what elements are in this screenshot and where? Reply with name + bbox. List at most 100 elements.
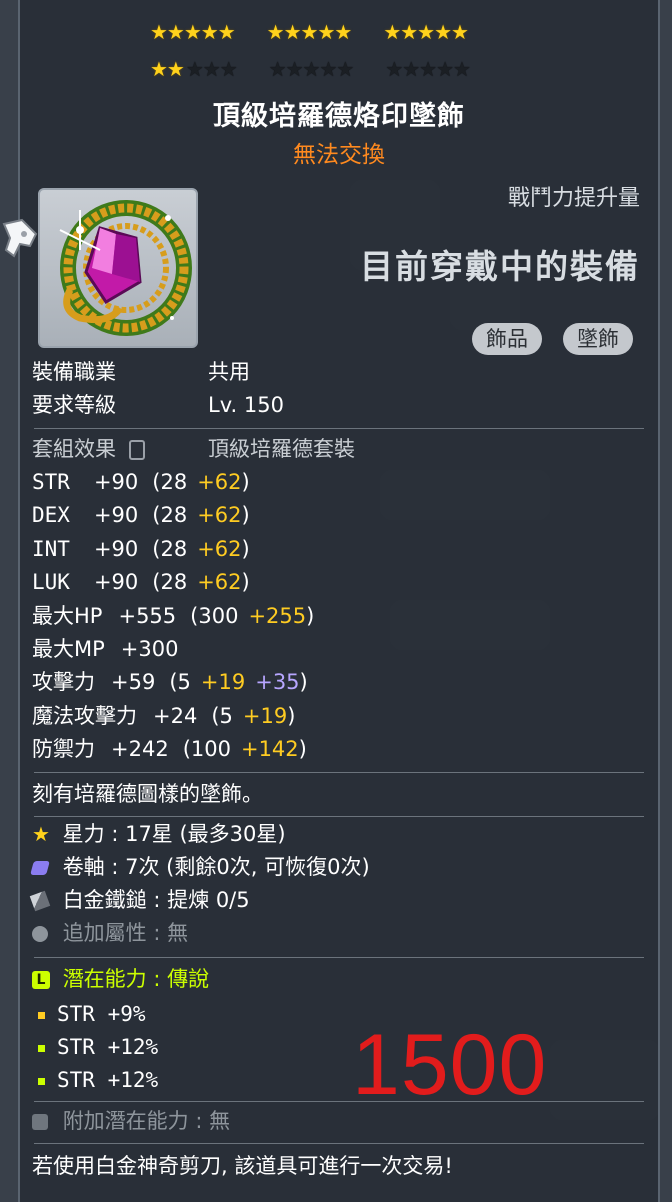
level-value: Lv. 150 [208,393,284,417]
divider [34,1101,644,1102]
subcategory-tag: 墜飾 [563,323,633,355]
potential-line: STR +12% [38,1066,158,1094]
stat-total: +90 [93,570,139,595]
additional-potential-label: 附加潛在能力 [62,1109,189,1133]
hammer-label: 白金鐵鎚 [62,888,147,912]
job-label: 裝備職業 [32,360,116,384]
potential-line: STR +12% [38,1033,158,1061]
divider [34,816,644,817]
stat-base: (28 [152,503,188,528]
stat-total: +242 [111,737,169,762]
item-icon-frame [38,188,198,348]
item-name: 頂級培羅德烙印墜飾 [213,101,465,132]
item-description: 刻有培羅德圖樣的墜飾。 [32,782,263,806]
stat-close-paren: ) [298,737,307,762]
stat-extra: +35 [255,670,300,695]
stat-bonus: +142 [240,737,299,762]
scissors-trade-note: 若使用白金神奇剪刀, 該道具可進行一次交易! [32,1154,453,1178]
stat-name: 最大MP [32,637,105,661]
stat-bonus: +62 [197,470,242,494]
mouse-cursor-icon [2,218,38,258]
set-effect-row: 套組效果 頂級培羅德套裝 [32,435,355,463]
potential-header: L 潛在能力 : 傳說 [32,965,209,993]
stat-row: 魔法攻擊力 +24 (5 +19) [32,702,295,730]
stat-bonus: +62 [197,570,242,595]
job-requirement-row: 裝備職業 共用 [32,358,250,386]
pendant-icon [59,200,192,336]
set-effect-label: 套組效果 [32,437,116,461]
stat-close-paren: ) [241,503,250,528]
set-name: 頂級培羅德套裝 [208,437,355,461]
stat-total: +300 [120,637,179,661]
stat-bonus: +19 [200,670,246,695]
hammer-icon [29,890,51,912]
scroll-row: 卷軸 : 7次 (剩餘0次, 可恢復0次) [30,853,370,881]
stat-base: (5 [169,670,191,695]
stat-row: STR +90 (28 +62) [32,468,250,496]
leaf-icon [32,926,48,942]
stat-close-paren: ) [299,670,308,695]
divider [34,772,644,773]
divider [34,428,644,429]
scroll-label: 卷軸 [62,855,105,879]
stat-bonus: +255 [248,603,307,628]
stat-name: INT [32,536,70,561]
stat-base: (5 [211,703,233,728]
equipped-label: 目前穿戴中的裝備 [360,247,640,286]
stat-name: STR [32,470,70,494]
stat-base: (28 [152,470,188,494]
level-label: 要求等級 [32,393,116,417]
additional-potential-row: 附加潛在能力 : 無 [32,1107,230,1135]
bonus-stat-value: 無 [167,921,189,945]
stat-close-paren: ) [306,603,315,628]
additional-potential-value: 無 [209,1109,231,1133]
scroll-icon [30,861,50,875]
stat-total: +90 [93,470,139,494]
tradeability-status: 無法交換 [293,142,385,168]
starforce-stars-top: ★★★★★ ★★★★★ ★★★★★ [150,20,469,44]
starforce-stars-bottom: ★★ ★★★ ★★★★★ ★★★★★ [150,57,471,81]
legendary-grade-icon: L [32,971,50,989]
potential-grade: 傳說 [167,967,210,991]
stat-bonus: +62 [197,503,242,528]
stat-row: 防禦力 +242 (100 +142) [32,735,307,763]
stat-total: +555 [118,603,177,628]
level-requirement-row: 要求等級 Lv. 150 [32,391,284,419]
additional-potential-icon [32,1114,48,1130]
stat-row: DEX +90 (28 +62) [32,501,250,529]
stat-name: 魔法攻擊力 [32,703,137,728]
stat-name: 攻擊力 [32,670,95,695]
stat-name: LUK [32,570,70,595]
scroll-value: 7次 (剩餘0次, 可恢復0次) [125,855,370,879]
stat-name: 最大HP [32,603,103,628]
stat-name: DEX [32,503,70,528]
stat-bonus: +62 [197,536,242,561]
stat-row: 攻擊力 +59 (5 +19 +35) [32,668,308,696]
stat-name: 防禦力 [32,737,95,762]
stat-close-paren: ) [241,536,250,561]
bonus-stat-label: 追加屬性 [62,921,147,945]
divider [34,957,644,958]
item-tooltip: ★★★★★ ★★★★★ ★★★★★ ★★ ★★★ ★★★★★ ★★★★★ 頂級培羅… [18,0,660,1202]
stat-bonus: +19 [242,703,288,728]
category-tag: 飾品 [472,323,542,355]
stat-row: 最大HP +555 (300 +255) [32,602,314,630]
hammer-row: 白金鐵鎚 : 提煉 0/5 [29,886,250,914]
potential-label: 潛在能力 [62,967,147,991]
divider [34,1143,644,1144]
starforce-value: 17星 (最多30星) [125,822,286,846]
stat-total: +59 [111,670,156,695]
starforce-row: ★ 星力 : 17星 (最多30星) [32,822,286,846]
stat-total: +90 [93,536,139,561]
star-icon: ★ [32,822,50,846]
starforce-label: 星力 [62,822,105,846]
stat-base: (100 [182,737,231,762]
bonus-stat-row: 追加屬性 : 無 [32,919,188,947]
job-value: 共用 [208,360,250,384]
hammer-value: 提煉 0/5 [167,888,250,912]
stat-row: LUK +90 (28 +62) [32,568,250,596]
stat-close-paren: ) [241,470,250,494]
combat-power-label: 戰鬥力提升量 [507,186,640,211]
stat-total: +24 [153,703,198,728]
stat-row: 最大MP +300 [32,635,178,663]
